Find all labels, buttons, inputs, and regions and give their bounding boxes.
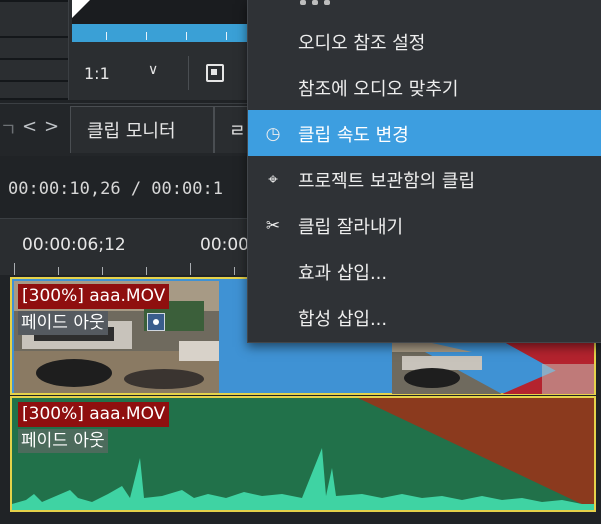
menu-item-label: 효과 삽입... [298,263,388,284]
menu-item-label: 합성 삽입... [298,309,388,330]
menu-item-cut-clip[interactable]: ✂ 클립 잘라내기 [248,202,601,248]
tab-partial-label: ㄱ [0,120,17,141]
tab-scroll-controls: ㄱ < > [0,108,66,148]
video-thumbnail [392,334,594,394]
frame-icon[interactable] [206,64,224,82]
tab-clip-monitor[interactable]: 클립 모니터 [70,106,214,153]
menu-item-change-clip-speed[interactable]: ◷ 클립 속도 변경 [248,110,601,156]
clip-context-menu: 오디오 참조 설정 참조에 오디오 맞추기 ◷ 클립 속도 변경 ⌖ 프로젝트 … [247,0,601,343]
ruler-label: 00:00:06;12 [22,235,126,255]
left-panel-fragment [0,0,69,100]
tab-next-label: ㄹ [229,121,246,142]
menu-item-set-audio-reference[interactable]: 오디오 참조 설정 [248,18,601,64]
menu-item-cutoff [248,0,600,8]
menu-item-align-audio-to-reference[interactable]: 참조에 오디오 맞추기 [248,64,601,110]
menu-item-label: 참조에 오디오 맞추기 [298,79,459,100]
tab-clip-monitor-label: 클립 모니터 [87,121,176,142]
menu-item-label: 클립 잘라내기 [298,217,404,238]
scissors-icon: ✂ [265,216,281,236]
menu-item-label: 프로젝트 보관함의 클립 [298,171,476,192]
zoom-select[interactable]: 1:1 ∨ [80,56,182,92]
toolbar-divider [188,56,189,90]
zoom-value: 1:1 [84,64,110,83]
tab-scroll-left-button[interactable]: < [22,116,37,137]
timecode-display[interactable]: 00:00:10,26 / 00:00:1 [8,179,223,199]
speedometer-icon: ◷ [265,124,281,144]
menu-item-label: 오디오 참조 설정 [298,33,426,54]
pin-icon: ⌖ [268,170,278,190]
keyframe-marker-icon[interactable] [147,313,165,331]
menu-item-insert-effect[interactable]: 효과 삽입... [248,248,601,294]
menu-item-insert-composition[interactable]: 합성 삽입... [248,294,601,340]
audio-clip-name: [300%] aaa.MOV [18,402,170,427]
menu-item-label: 클립 속도 변경 [298,125,409,146]
monitor-ruler[interactable] [72,24,248,42]
video-clip-name: [300%] aaa.MOV [18,284,170,309]
video-effect-label: 페이드 아웃 [18,311,108,335]
chevron-down-icon: ∨ [148,62,159,78]
menu-item-clip-in-project-bin[interactable]: ⌖ 프로젝트 보관함의 클립 [248,156,601,202]
audio-effect-label: 페이드 아웃 [18,429,108,453]
tab-scroll-right-button[interactable]: > [44,116,59,137]
